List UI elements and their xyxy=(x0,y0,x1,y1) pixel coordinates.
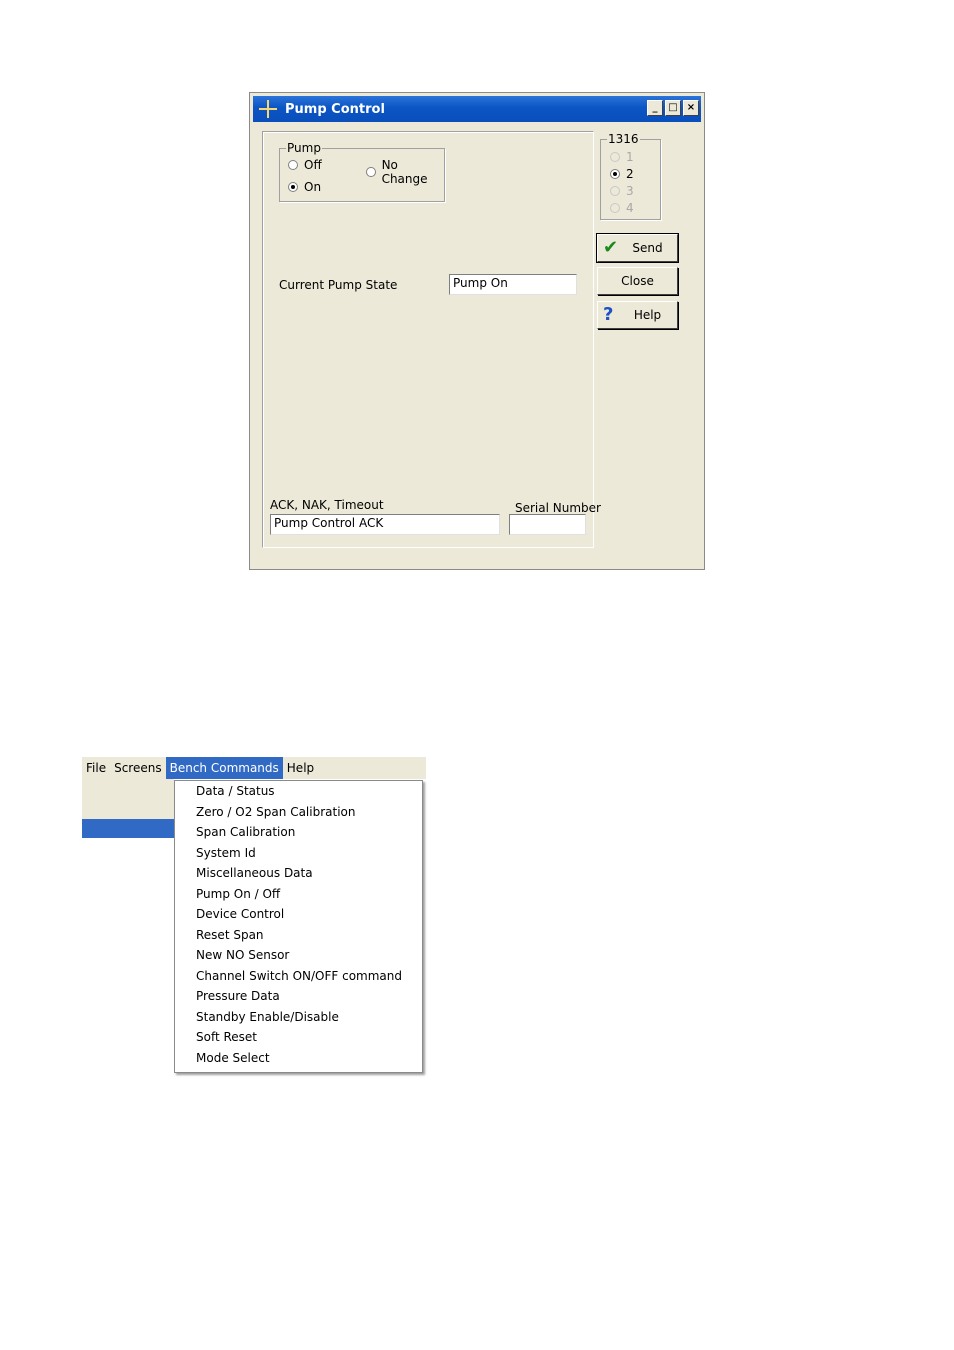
menu-help[interactable]: Help xyxy=(283,757,318,779)
radio-circle-icon xyxy=(610,186,620,196)
ack-label: ACK, NAK, Timeout xyxy=(270,498,384,512)
pump-off-label: Off xyxy=(304,158,322,172)
menu-item-reset-span[interactable]: Reset Span xyxy=(175,925,422,946)
menu-screens[interactable]: Screens xyxy=(110,757,166,779)
menu-file[interactable]: File xyxy=(82,757,110,779)
send-button-label: Send xyxy=(632,241,663,255)
menu-item-soft-reset[interactable]: Soft Reset xyxy=(175,1027,422,1048)
radio-selected-icon xyxy=(610,169,620,179)
radio-circle-icon xyxy=(288,160,298,170)
current-pump-state-label: Current Pump State xyxy=(279,278,398,292)
unit-1-label: 1 xyxy=(626,150,634,164)
menu-item-data-status[interactable]: Data / Status xyxy=(175,781,422,802)
help-button-label: Help xyxy=(633,308,662,322)
pump-off-radio[interactable]: Off xyxy=(288,158,322,172)
ack-field[interactable]: Pump Control ACK xyxy=(270,514,500,535)
menu-item-standby-enable-disable[interactable]: Standby Enable/Disable xyxy=(175,1007,422,1028)
close-button[interactable]: Close xyxy=(597,267,678,295)
menu-item-miscellaneous-data[interactable]: Miscellaneous Data xyxy=(175,863,422,884)
pump-group-legend: Pump xyxy=(286,141,322,155)
background-selection-bar xyxy=(82,819,174,838)
menu-item-zero-o2-span-calibration[interactable]: Zero / O2 Span Calibration xyxy=(175,802,422,823)
unit-group: 1316 1 2 3 4 xyxy=(600,132,661,220)
main-panel: Pump Off No Change On Current Pump State… xyxy=(262,131,601,548)
menu-bar: File Screens Bench Commands Help xyxy=(82,757,426,779)
pump-no-change-radio[interactable]: No Change xyxy=(366,158,444,186)
pump-group: Pump Off No Change On xyxy=(279,141,445,202)
minimize-icon[interactable]: _ xyxy=(647,100,663,116)
bench-commands-dropdown: Data / Status Zero / O2 Span Calibration… xyxy=(174,780,423,1073)
menu-item-mode-select[interactable]: Mode Select xyxy=(175,1048,422,1069)
menu-item-pressure-data[interactable]: Pressure Data xyxy=(175,986,422,1007)
question-icon: ? xyxy=(603,304,614,325)
menu-item-system-id[interactable]: System Id xyxy=(175,843,422,864)
menu-item-span-calibration[interactable]: Span Calibration xyxy=(175,822,422,843)
app-icon xyxy=(259,100,277,118)
maximize-icon[interactable]: □ xyxy=(665,100,681,116)
pump-on-label: On xyxy=(304,180,322,194)
unit-group-legend: 1316 xyxy=(607,132,640,146)
send-button[interactable]: ✔ Send xyxy=(596,233,679,263)
radio-circle-icon xyxy=(610,152,620,162)
unit-3-radio[interactable]: 3 xyxy=(610,184,634,198)
menu-screenshot: File Screens Bench Commands Help Data / … xyxy=(82,757,426,1077)
menu-item-channel-switch[interactable]: Channel Switch ON/OFF command xyxy=(175,966,422,987)
close-button-label: Close xyxy=(621,274,654,288)
serial-number-label: Serial Number xyxy=(515,501,601,515)
current-pump-state-field[interactable]: Pump On xyxy=(449,274,577,295)
unit-1-radio[interactable]: 1 xyxy=(610,150,634,164)
radio-selected-icon xyxy=(288,182,298,192)
checkmark-icon: ✔ xyxy=(603,237,619,258)
serial-number-field[interactable] xyxy=(509,514,586,535)
radio-circle-icon xyxy=(366,167,376,177)
menu-item-new-no-sensor[interactable]: New NO Sensor xyxy=(175,945,422,966)
menu-item-device-control[interactable]: Device Control xyxy=(175,904,422,925)
pump-on-radio[interactable]: On xyxy=(288,180,321,194)
menu-item-pump-on-off[interactable]: Pump On / Off xyxy=(175,884,422,905)
unit-2-label: 2 xyxy=(626,167,634,181)
unit-4-radio[interactable]: 4 xyxy=(610,201,634,215)
help-button[interactable]: ? Help xyxy=(597,301,678,329)
background-panel xyxy=(82,779,174,819)
unit-2-radio[interactable]: 2 xyxy=(610,167,634,181)
radio-circle-icon xyxy=(610,203,620,213)
unit-3-label: 3 xyxy=(626,184,634,198)
window-title: Pump Control xyxy=(285,101,385,117)
unit-4-label: 4 xyxy=(626,201,634,215)
pump-no-change-label: No Change xyxy=(381,158,428,186)
pump-control-window: Pump Control _ □ × Pump Off No Change On… xyxy=(249,92,705,570)
title-bar[interactable]: Pump Control _ □ × xyxy=(253,96,701,122)
menu-bench-commands[interactable]: Bench Commands xyxy=(165,757,283,779)
close-icon[interactable]: × xyxy=(683,100,699,116)
